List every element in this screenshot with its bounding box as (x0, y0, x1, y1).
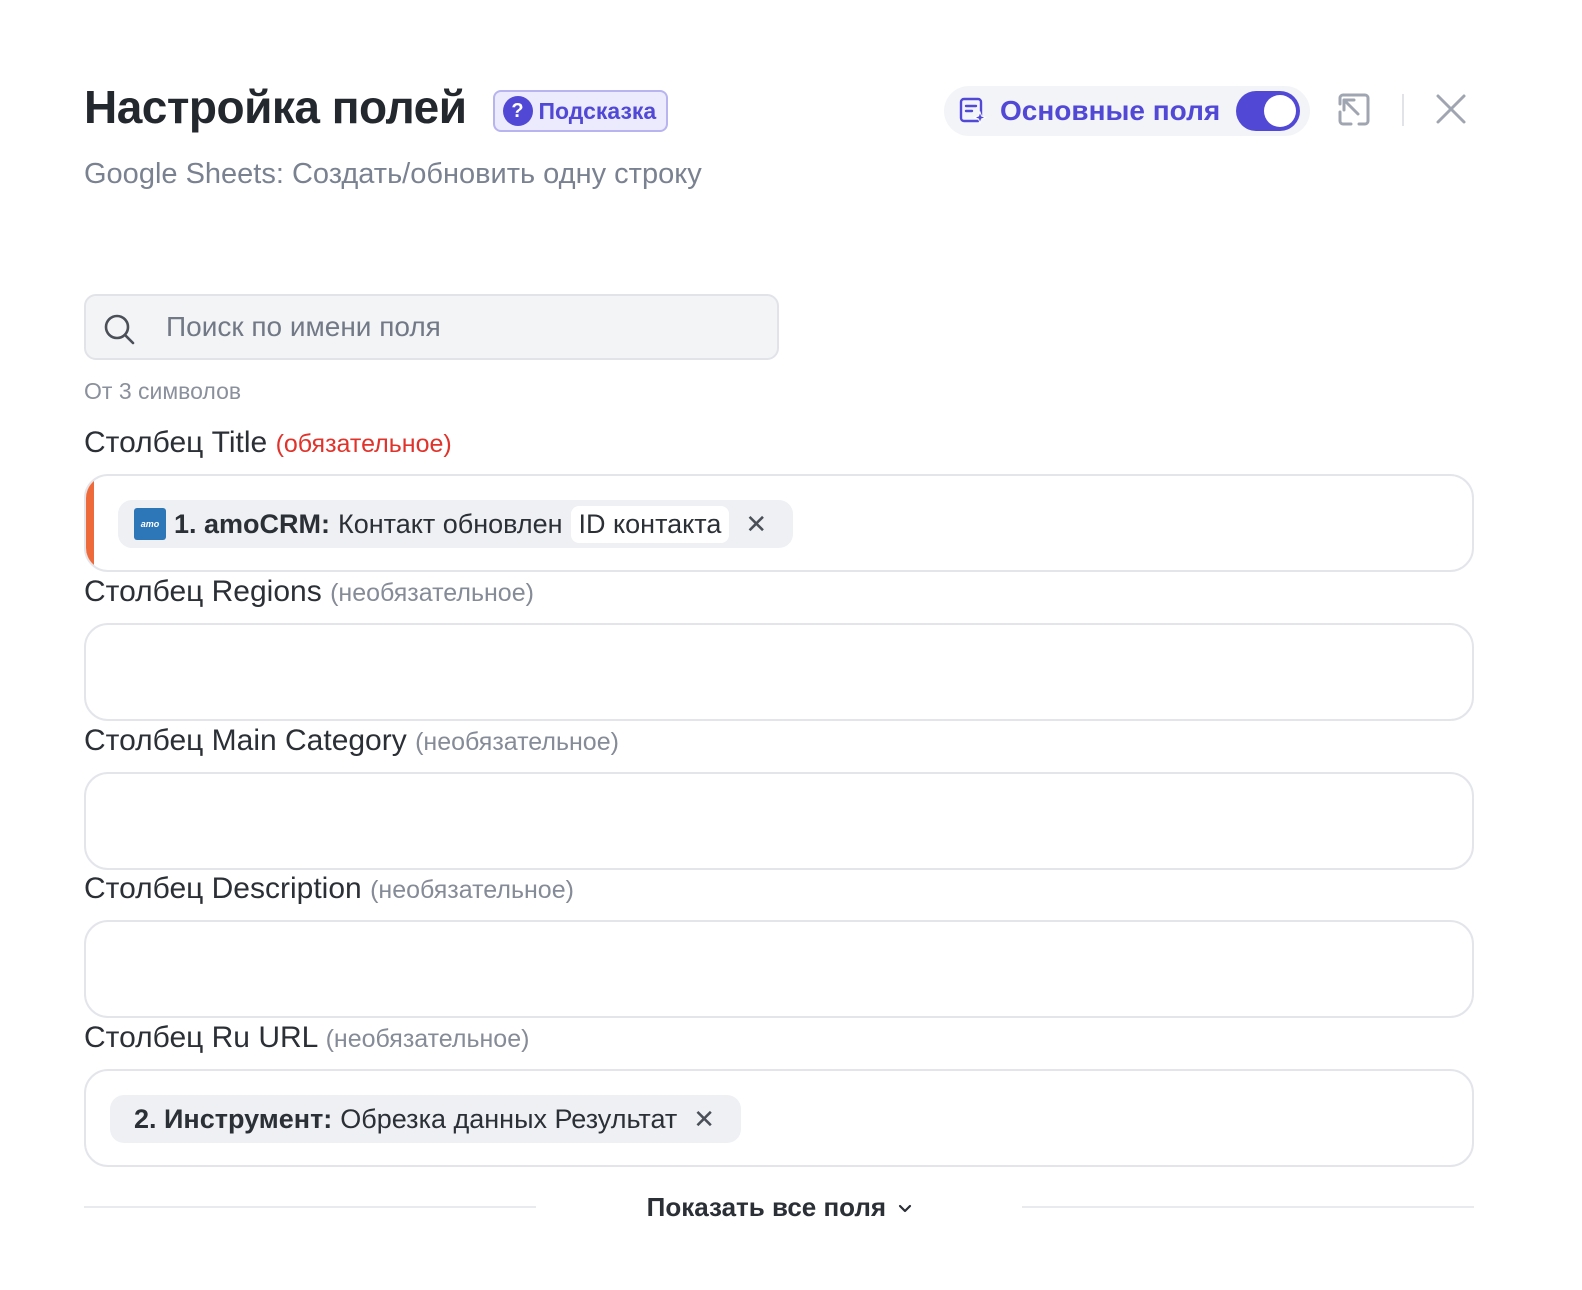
optional-tag: (необязательное) (415, 728, 619, 756)
list-sparkle-icon (959, 97, 987, 125)
optional-tag: (необязательное) (325, 1025, 530, 1053)
field-label-regions: Столбец Regions (необязательное) (84, 575, 534, 609)
page-title: Настройка полей (84, 81, 467, 133)
field-name: Столбец Main Category (84, 724, 407, 757)
search-box (84, 294, 779, 360)
chevron-down-icon (899, 1205, 912, 1213)
chip-source: 2. Инструмент: (134, 1103, 333, 1134)
amocrm-icon: amo (134, 508, 166, 540)
toggle-knob (1264, 95, 1297, 127)
main-fields-switch[interactable]: Основные поля (944, 86, 1311, 136)
footer-divider-left (84, 1206, 536, 1208)
page-subtitle: Google Sheets: Создать/обновить одну стр… (84, 158, 702, 190)
search-hint: От 3 символов (84, 378, 242, 404)
field-label-ru-url: Столбец Ru URL (необязательное) (84, 1021, 529, 1055)
field-label-main-category: Столбец Main Category (необязательное) (84, 724, 619, 758)
hint-label: Подсказка (538, 97, 657, 124)
header-divider (1402, 94, 1404, 126)
optional-tag: (необязательное) (330, 579, 534, 607)
chip-remove-icon[interactable]: ✕ (745, 511, 767, 537)
chip-remove-icon[interactable]: ✕ (693, 1106, 715, 1132)
field-input-title[interactable]: amo 1. amoCRM: Контакт обновлен ID конта… (84, 474, 1474, 572)
show-all-label: Показать все поля (646, 1192, 887, 1222)
field-name: Столбец Regions (84, 575, 322, 608)
field-label-title: Столбец Title (обязательное) (84, 426, 452, 460)
search-input[interactable] (166, 296, 766, 358)
main-fields-toggle[interactable] (1236, 91, 1301, 131)
chip-event: Контакт обновлен (338, 508, 563, 539)
field-input-description[interactable] (84, 920, 1474, 1018)
variable-chip[interactable]: 2. Инструмент: Обрезка данных Результат … (110, 1095, 742, 1143)
field-name: Столбец Description (84, 872, 362, 905)
field-name: Столбец Title (84, 426, 268, 459)
main-fields-label: Основные поля (1000, 95, 1221, 126)
field-input-regions[interactable] (84, 623, 1474, 721)
footer-divider-right (1022, 1206, 1474, 1208)
chip-value: ID контакта (570, 505, 730, 543)
close-icon[interactable] (1432, 90, 1470, 128)
chip-source: 1. amoCRM: (174, 508, 331, 539)
field-input-main-category[interactable] (84, 772, 1474, 870)
field-label-description: Столбец Description (необязательное) (84, 872, 574, 906)
hint-button[interactable]: ? Подсказка (492, 90, 669, 132)
show-all-fields-button[interactable]: Показать все поля (540, 1192, 1020, 1223)
chip-event: Обрезка данных Результат (340, 1103, 678, 1134)
optional-tag: (необязательное) (370, 876, 574, 904)
arrow-up-left-square-icon[interactable] (1334, 90, 1374, 130)
header: Настройка полей ? Подсказка (84, 80, 669, 134)
search-icon (104, 314, 135, 345)
variable-chip[interactable]: amo 1. amoCRM: Контакт обновлен ID конта… (118, 500, 794, 548)
question-circle-icon: ? (502, 96, 533, 126)
field-name: Столбец Ru URL (84, 1021, 318, 1054)
required-tag: (обязательное) (275, 430, 452, 458)
field-input-ru-url[interactable]: 2. Инструмент: Обрезка данных Результат … (84, 1069, 1474, 1167)
